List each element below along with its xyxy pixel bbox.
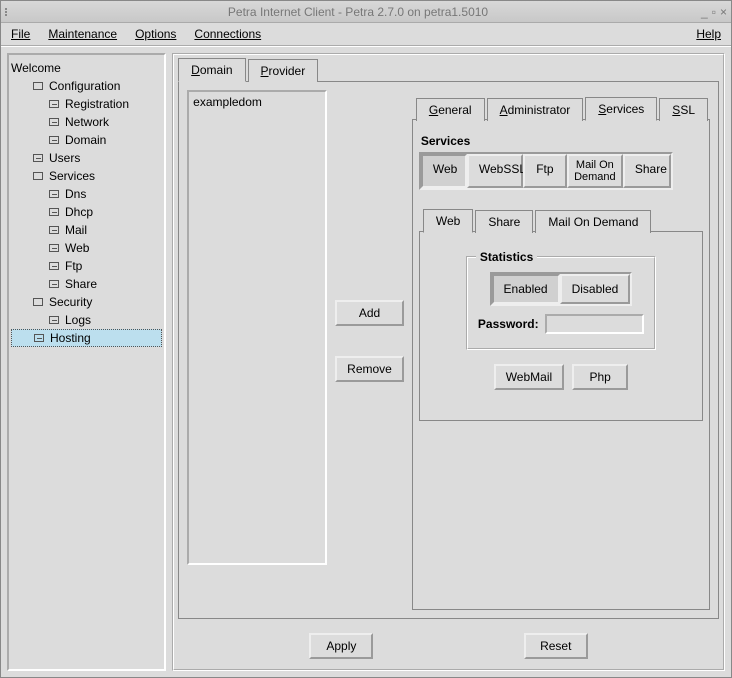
- services-label: Services: [421, 134, 703, 148]
- tree-item-label: Dns: [65, 185, 86, 203]
- window-title: Petra Internet Client - Petra 2.7.0 on p…: [15, 5, 701, 19]
- service-mod[interactable]: Mail On Demand: [567, 154, 623, 188]
- box-icon: [47, 99, 61, 109]
- tree-item-hosting[interactable]: Hosting: [11, 329, 162, 347]
- tree-item-services[interactable]: Services: [11, 167, 162, 185]
- maximize-icon[interactable]: ▫: [712, 5, 716, 19]
- menu-help[interactable]: Help: [696, 27, 721, 41]
- tab-provider[interactable]: Provider: [248, 59, 319, 82]
- tab-body: exampledom Add Remove General Administra…: [178, 81, 719, 619]
- apply-button[interactable]: Apply: [309, 633, 373, 659]
- box-icon: [47, 315, 61, 325]
- tab-share2[interactable]: Share: [475, 210, 533, 233]
- service-ftp[interactable]: Ftp: [523, 154, 567, 188]
- tab-services[interactable]: Services: [585, 97, 657, 121]
- right-area: General Administrator Services SSL Servi…: [412, 90, 710, 610]
- tree-item-configuration[interactable]: Configuration: [11, 77, 162, 95]
- tree-item-label: Dhcp: [65, 203, 93, 221]
- box-icon: [47, 189, 61, 199]
- folder-icon: [31, 81, 45, 91]
- tree-item-security[interactable]: Security: [11, 293, 162, 311]
- box-icon: [47, 261, 61, 271]
- tree-item-label: Registration: [65, 95, 129, 113]
- tree-item-users[interactable]: Users: [11, 149, 162, 167]
- box-icon: [47, 279, 61, 289]
- tree-item-label: Share: [65, 275, 97, 293]
- domain-list[interactable]: exampledom: [187, 90, 327, 565]
- box-icon: [47, 117, 61, 127]
- tree-item-label: Services: [49, 167, 95, 185]
- service-web[interactable]: Web: [421, 154, 467, 188]
- tree-item-label: Configuration: [49, 77, 120, 95]
- menu-maintenance[interactable]: Maintenance: [48, 27, 117, 41]
- tab-ssl[interactable]: SSL: [659, 98, 708, 121]
- add-button[interactable]: Add: [335, 300, 404, 326]
- tree-item-logs[interactable]: Logs: [11, 311, 162, 329]
- tree-item-mail[interactable]: Mail: [11, 221, 162, 239]
- tab-general[interactable]: General: [416, 98, 485, 121]
- bottom-button-row: Apply Reset: [174, 623, 723, 669]
- box-icon: [47, 207, 61, 217]
- menu-connections[interactable]: Connections: [194, 27, 261, 41]
- main-panel: Domain Provider exampledom Add Remove Ge…: [172, 53, 725, 671]
- tree-root[interactable]: Welcome: [11, 59, 162, 77]
- app-window: Petra Internet Client - Petra 2.7.0 on p…: [0, 0, 732, 678]
- stats-disabled[interactable]: Disabled: [560, 274, 631, 304]
- list-item[interactable]: exampledom: [191, 94, 323, 110]
- service-share[interactable]: Share: [623, 154, 671, 188]
- tree-item-label: Ftp: [65, 257, 82, 275]
- tab-administrator[interactable]: Administrator: [487, 98, 584, 121]
- box-icon: [47, 135, 61, 145]
- tree-item-registration[interactable]: Registration: [11, 95, 162, 113]
- services-toggle-row: Web WebSSL Ftp Mail On Demand Share: [419, 152, 673, 190]
- box-icon: [32, 333, 46, 343]
- tree-item-label: Hosting: [50, 329, 91, 347]
- box-icon: [47, 225, 61, 235]
- box-icon: [31, 153, 45, 163]
- folder-icon: [31, 171, 45, 181]
- titlebar: Petra Internet Client - Petra 2.7.0 on p…: [1, 1, 731, 23]
- services-tab-body: Services Web WebSSL Ftp Mail On Demand S…: [412, 119, 710, 610]
- tree-item-ftp[interactable]: Ftp: [11, 257, 162, 275]
- tree-item-dhcp[interactable]: Dhcp: [11, 203, 162, 221]
- remove-button[interactable]: Remove: [335, 356, 404, 382]
- box-icon: [47, 243, 61, 253]
- tree-item-label: Domain: [65, 131, 106, 149]
- tree-item-label: Logs: [65, 311, 91, 329]
- menu-file[interactable]: File: [11, 27, 30, 41]
- titlebar-grip: [5, 8, 15, 16]
- tree-item-share[interactable]: Share: [11, 275, 162, 293]
- tree-item-label: Web: [65, 239, 89, 257]
- webmail-button[interactable]: WebMail: [494, 364, 564, 390]
- tab-mod2[interactable]: Mail On Demand: [535, 210, 651, 233]
- tree-item-network[interactable]: Network: [11, 113, 162, 131]
- tree-item-label: Users: [49, 149, 80, 167]
- reset-button[interactable]: Reset: [524, 633, 588, 659]
- statistics-group: Statistics Enabled Disabled Password:: [466, 256, 656, 350]
- minimize-icon[interactable]: _: [701, 5, 708, 19]
- service-webssl[interactable]: WebSSL: [467, 154, 523, 188]
- menu-options[interactable]: Options: [135, 27, 176, 41]
- tree-item-domain[interactable]: Domain: [11, 131, 162, 149]
- tree-item-label: Security: [49, 293, 92, 311]
- menubar: File Maintenance Options Connections Hel…: [1, 23, 731, 47]
- tree-item-label: Network: [65, 113, 109, 131]
- tab-domain[interactable]: Domain: [178, 58, 245, 82]
- web-subtab-body: Statistics Enabled Disabled Password:: [419, 231, 703, 421]
- stats-enabled[interactable]: Enabled: [492, 274, 560, 304]
- tree-item-dns[interactable]: Dns: [11, 185, 162, 203]
- folder-icon: [31, 297, 45, 307]
- tab-web2[interactable]: Web: [423, 209, 473, 233]
- tree-item-label: Mail: [65, 221, 87, 239]
- content-area: Welcome ConfigurationRegistrationNetwork…: [1, 47, 731, 677]
- password-input[interactable]: [545, 314, 644, 334]
- php-button[interactable]: Php: [572, 364, 628, 390]
- close-icon[interactable]: ×: [720, 5, 727, 19]
- statistics-legend: Statistics: [476, 250, 537, 264]
- password-label: Password:: [478, 317, 539, 331]
- nav-tree[interactable]: Welcome ConfigurationRegistrationNetwork…: [7, 53, 166, 671]
- tree-item-web[interactable]: Web: [11, 239, 162, 257]
